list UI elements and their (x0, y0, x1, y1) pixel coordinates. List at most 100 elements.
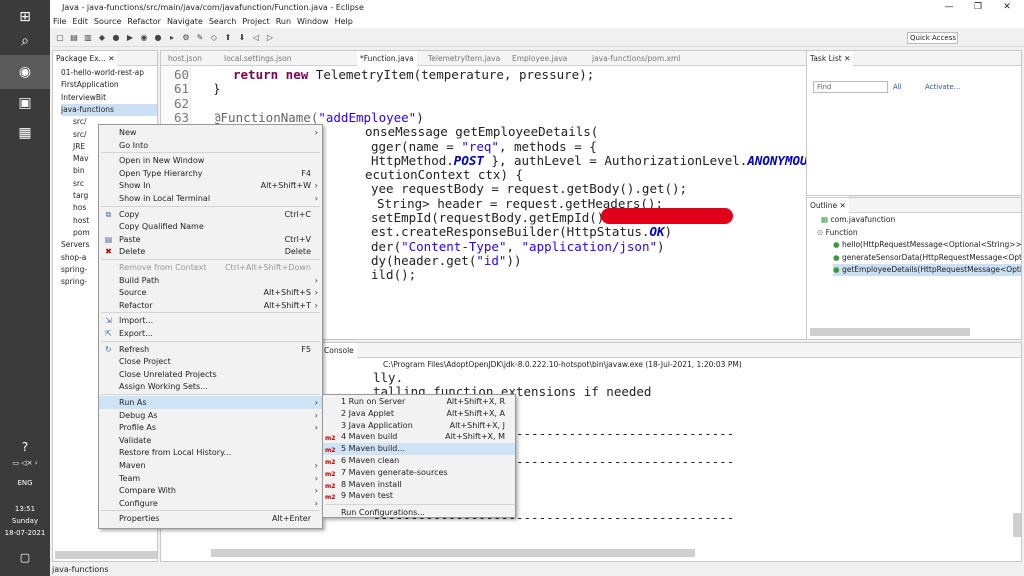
tab-outline[interactable]: Outline ✕ (807, 198, 849, 213)
code-line[interactable]: ild(); (371, 268, 416, 282)
context-menu-item[interactable]: ⇲ Import... (99, 314, 322, 327)
run-as-item[interactable]: m2 8 Maven install (323, 479, 515, 491)
context-menu-item[interactable]: Debug As › (99, 409, 322, 422)
context-menu-item[interactable]: Open Type Hierarchy F4 (99, 167, 322, 180)
horizontal-scrollbar[interactable] (810, 328, 970, 336)
notification-icon[interactable]: ▢ (0, 540, 50, 574)
code-line[interactable]: der("Content-Type", "application/json") (371, 239, 665, 254)
context-menu-item[interactable]: Properties Alt+Enter (99, 512, 322, 525)
horizontal-scrollbar[interactable] (55, 551, 157, 559)
tree-item[interactable]: InterviewBit (61, 92, 157, 104)
code-line[interactable]: setEmpId(requestBody.getEmpId() (371, 210, 612, 225)
code-line[interactable]: est.createResponseBuilder(HttpStatus.OK) (371, 225, 672, 239)
toolbar-button-icon[interactable]: ▶ (125, 33, 135, 43)
run-as-item[interactable]: 3 Java Application Alt+Shift+X, J (323, 420, 515, 432)
menu-refactor[interactable]: Refactor (127, 17, 161, 26)
menu-edit[interactable]: Edit (72, 17, 88, 26)
language-indicator[interactable]: ENG (0, 479, 50, 487)
editor-tab[interactable]: host.json (165, 51, 205, 66)
toolbar-button-icon[interactable]: ▤ (69, 33, 79, 43)
toolbar-button-icon[interactable]: ▢ (55, 33, 65, 43)
search-icon[interactable]: ⌕ (0, 24, 50, 58)
editor-tab[interactable]: java-functions/pom.xml (589, 51, 683, 66)
editor-tab[interactable]: Employee.java (509, 51, 570, 66)
minimize-icon[interactable]: — (934, 0, 964, 15)
context-menu-item[interactable]: Assign Working Sets... (99, 380, 322, 393)
context-menu-item[interactable]: Open in New Window (99, 154, 322, 167)
toolbar-button-icon[interactable]: ● (153, 33, 163, 43)
context-menu-item[interactable]: Run As › (99, 396, 322, 409)
toolbar-button-icon[interactable]: ⬆ (223, 33, 233, 43)
toolbar-button-icon[interactable]: ✎ (195, 33, 205, 43)
toolbar-button-icon[interactable]: ▸ (167, 33, 177, 43)
toolbar-button-icon[interactable]: ◆ (97, 33, 107, 43)
context-menu-item[interactable]: Validate (99, 434, 322, 447)
context-menu-item[interactable]: ▤ Paste Ctrl+V (99, 233, 322, 246)
tab-task-list[interactable]: Task List ✕ (807, 51, 854, 66)
tab-package-explorer[interactable]: Package Ex... ✕ (53, 51, 118, 66)
run-as-item[interactable]: 1 Run on Server Alt+Shift+X, R (323, 396, 515, 408)
horizontal-scrollbar[interactable] (211, 549, 695, 557)
tree-item[interactable]: 01-hello-world-rest-ap (61, 67, 157, 79)
run-as-item[interactable]: 2 Java Applet Alt+Shift+X, A (323, 408, 515, 420)
editor-tab[interactable]: local.settings.json (221, 51, 295, 66)
context-menu-item[interactable]: Go Into (99, 139, 322, 152)
tab-console[interactable]: Console (321, 343, 357, 358)
menu-help[interactable]: Help (335, 17, 353, 26)
context-menu-item[interactable]: ⧉ Copy Ctrl+C (99, 208, 322, 221)
context-menu-item[interactable]: Close Unrelated Projects (99, 368, 322, 381)
system-tray-icons[interactable]: ▭ ◁× › (0, 459, 50, 467)
context-menu-item[interactable]: Profile As › (99, 421, 322, 434)
all-filter-link[interactable]: All (893, 83, 902, 91)
context-menu-item[interactable]: Team › (99, 472, 322, 485)
menu-project[interactable]: Project (242, 17, 269, 26)
context-menu-item[interactable]: Build Path › (99, 274, 322, 287)
run-as-item[interactable]: m2 6 Maven clean (323, 455, 515, 467)
editor-tab[interactable]: TelemetryItem.java (425, 51, 503, 66)
task-find-input[interactable]: Find (813, 81, 888, 93)
context-menu-item[interactable]: New › (99, 126, 322, 139)
code-line[interactable]: gger(name = "req", methods = { (371, 139, 597, 154)
code-line[interactable]: HttpMethod.POST }, authLevel = Authoriza… (371, 153, 835, 168)
toolbar-button-icon[interactable]: ◁ (251, 33, 261, 43)
toolbar-button-icon[interactable]: ◉ (139, 33, 149, 43)
outline-item[interactable]: ⊙ Function (817, 227, 858, 239)
toolbar-button-icon[interactable]: ⬇ (237, 33, 247, 43)
context-menu-item[interactable]: Show In Alt+Shift+W › (99, 179, 322, 192)
context-menu-item[interactable]: ⇱ Export... (99, 327, 322, 340)
context-menu-item[interactable]: Refactor Alt+Shift+T › (99, 299, 322, 312)
maximize-icon[interactable]: ❐ (963, 0, 993, 15)
menu-search[interactable]: Search (209, 17, 236, 26)
run-as-item[interactable]: m2 5 Maven build... (323, 443, 515, 455)
toolbar-button-icon[interactable]: ▷ (265, 33, 275, 43)
run-as-item[interactable]: Run Configurations... (323, 507, 515, 519)
toolbar-button-icon[interactable]: ◇ (209, 33, 219, 43)
app-icon[interactable]: ▣ (0, 86, 50, 120)
context-menu-item[interactable]: Source Alt+Shift+S › (99, 286, 322, 299)
outline-item[interactable]: ▦ com.javafunction (821, 214, 895, 226)
outline-item[interactable]: ● generateSensorData(HttpRequestMessage<… (833, 252, 1021, 264)
context-menu-item[interactable]: Configure › (99, 497, 322, 510)
menu-source[interactable]: Source (94, 17, 121, 26)
editor-tab[interactable]: *Function.java (357, 51, 417, 66)
run-as-item[interactable]: m2 9 Maven test (323, 490, 515, 502)
context-menu-item[interactable]: ↻ Refresh F5 (99, 343, 322, 356)
tree-item[interactable]: java-functions (61, 103, 157, 116)
tree-item[interactable]: FirstApplication (61, 79, 157, 91)
code-line[interactable]: onseMessage getEmployeeDetails( (365, 125, 598, 139)
context-menu-item[interactable]: Close Project (99, 355, 322, 368)
context-menu-item[interactable]: Show in Local Terminal › (99, 192, 322, 205)
code-line[interactable]: } (215, 82, 221, 96)
toolbar-button-icon[interactable]: ⚙ (181, 33, 191, 43)
context-menu-item[interactable]: Compare With › (99, 484, 322, 497)
app-icon[interactable]: ▦ (0, 116, 50, 150)
context-menu-item[interactable]: Remove from Context Ctrl+Alt+Shift+Down (99, 261, 322, 274)
close-icon[interactable]: ✕ (992, 0, 1022, 15)
code-line[interactable]: dy(header.get("id")) (371, 253, 522, 268)
eclipse-app-icon[interactable]: ◉ (0, 55, 50, 89)
menu-run[interactable]: Run (276, 17, 291, 26)
activate-link[interactable]: Activate... (925, 83, 960, 91)
toolbar-button-icon[interactable]: ▥ (83, 33, 93, 43)
menu-file[interactable]: File (53, 17, 66, 26)
vertical-scrollbar[interactable] (1013, 513, 1021, 537)
